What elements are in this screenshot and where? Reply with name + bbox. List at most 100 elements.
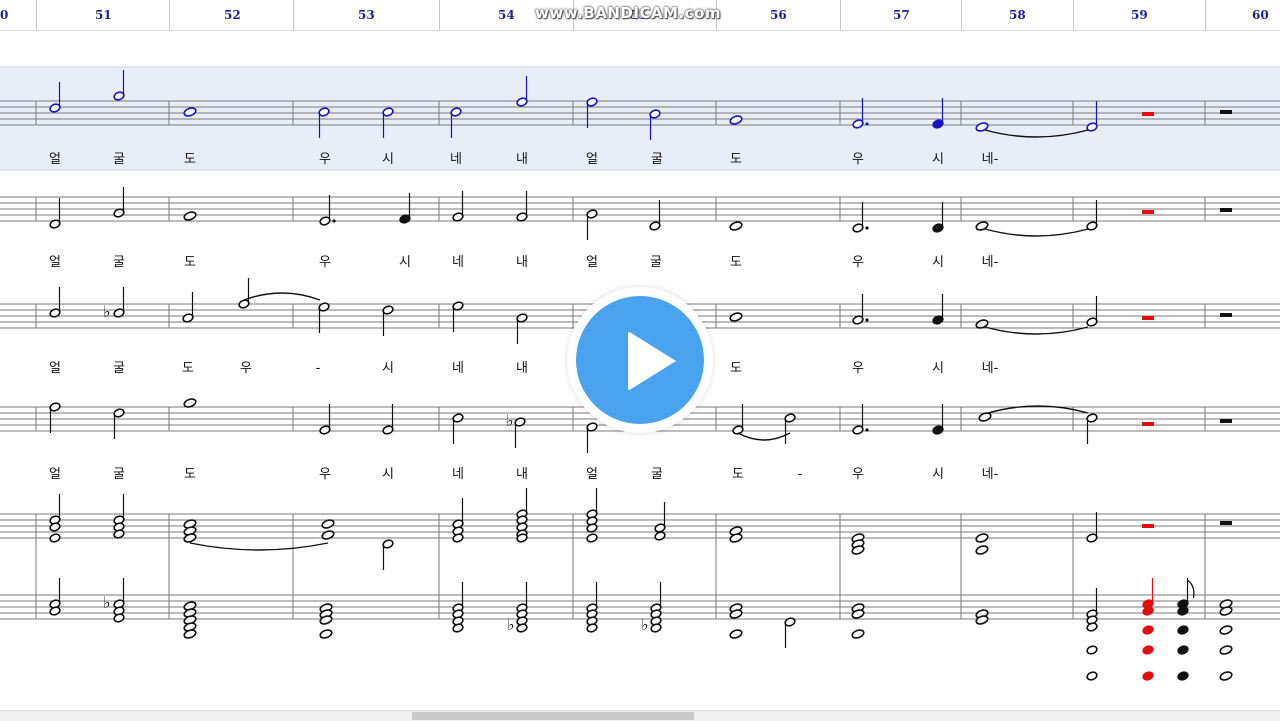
lyric-syllable: 얼	[49, 255, 61, 270]
flat-sign: ♭	[507, 615, 515, 634]
tie	[984, 228, 1089, 237]
measure-number-51: 51	[95, 8, 112, 22]
rest[interactable]	[1220, 313, 1232, 317]
lyric-syllable: 도	[184, 255, 196, 270]
ruler-tick	[1073, 0, 1074, 30]
bandicam-watermark: www.BANDICAM.com	[535, 4, 722, 22]
lyric-syllable: 우	[319, 152, 331, 167]
measure-number-53: 53	[358, 8, 375, 22]
note-head[interactable]	[729, 221, 743, 232]
scrollbar-thumb[interactable]	[412, 712, 694, 720]
lyric-syllable: 네-	[982, 361, 999, 376]
lyric-syllable: 시	[932, 361, 944, 376]
flat-sign: ♭	[506, 411, 514, 430]
lyric-syllable: 얼	[49, 152, 61, 167]
lyric-syllable: 우	[319, 467, 331, 482]
lyric-syllable: 네	[450, 152, 462, 167]
note-head[interactable]	[1177, 671, 1189, 681]
note-head[interactable]	[1219, 645, 1233, 656]
lyric-syllable: 우	[319, 255, 331, 270]
note-head[interactable]	[1219, 625, 1233, 636]
lyric-syllable: 시	[932, 255, 944, 270]
lyric-syllable: 네-	[982, 467, 999, 482]
note-head[interactable]	[851, 629, 865, 640]
ruler-tick	[169, 0, 170, 30]
lyric-syllable: 우	[852, 467, 864, 482]
rest[interactable]	[1142, 524, 1154, 528]
measure-number-60: 60	[1252, 8, 1269, 22]
ruler-tick	[840, 0, 841, 30]
lyric-syllable: 네	[452, 467, 464, 482]
flat-sign: ♭	[641, 615, 649, 634]
rest[interactable]	[1220, 208, 1232, 212]
lyric-syllable: 네	[452, 255, 464, 270]
note-head[interactable]	[729, 312, 743, 323]
lyric-syllable: 굴	[650, 255, 662, 270]
rest[interactable]	[1220, 110, 1232, 114]
lyric-syllable: 도	[184, 467, 196, 482]
horizontal-scrollbar[interactable]	[0, 710, 1280, 721]
lyric-syllable: 도	[730, 255, 742, 270]
rest[interactable]	[1142, 210, 1154, 214]
note-head[interactable]	[1086, 671, 1098, 681]
lyric-syllable: 네-	[982, 255, 999, 270]
flat-sign: ♭	[103, 302, 111, 321]
lyric-syllable: 도	[730, 361, 742, 376]
lyric-syllable: 얼	[586, 255, 598, 270]
play-icon	[628, 331, 676, 391]
note-head[interactable]	[729, 629, 743, 640]
note-head[interactable]	[183, 211, 197, 222]
lyric-syllable: 도	[732, 467, 744, 482]
lyric-syllable: 내	[516, 361, 528, 376]
rest[interactable]	[1220, 419, 1232, 423]
lyric-syllable: 우	[852, 361, 864, 376]
play-button[interactable]	[567, 287, 713, 433]
lyric-syllable: 굴	[113, 467, 125, 482]
ruler-tick	[1205, 0, 1206, 30]
dot	[865, 226, 869, 230]
lyric-syllable: 우	[852, 152, 864, 167]
lyric-syllable: 도	[730, 152, 742, 167]
rest[interactable]	[1142, 422, 1154, 426]
note-head[interactable]	[975, 533, 989, 544]
dot	[865, 428, 869, 432]
note-head[interactable]	[1142, 671, 1154, 681]
lyric-syllable: 굴	[113, 152, 125, 167]
lyric-syllable: 네	[452, 361, 464, 376]
measure-number-59: 59	[1131, 8, 1148, 22]
note-head[interactable]	[1142, 645, 1154, 655]
ruler-tick	[293, 0, 294, 30]
dot	[332, 219, 336, 223]
note-head[interactable]	[49, 533, 61, 543]
note-head[interactable]	[975, 545, 989, 556]
note-head[interactable]	[1219, 671, 1233, 682]
note-head[interactable]	[319, 629, 333, 640]
dot	[865, 122, 869, 126]
lyric-syllable: 도	[184, 152, 196, 167]
lyric-syllable: 시	[382, 467, 394, 482]
lyric-syllable: 얼	[49, 361, 61, 376]
rest[interactable]	[1142, 316, 1154, 320]
note-head[interactable]	[1142, 625, 1154, 635]
lyric-syllable: 시	[382, 361, 394, 376]
measure-number-56: 56	[770, 8, 787, 22]
lyric-syllable: 도	[182, 361, 194, 376]
measure-number-0: 0	[0, 8, 9, 22]
measure-number-54: 54	[498, 8, 515, 22]
note-head[interactable]	[1177, 645, 1189, 655]
note-head[interactable]	[1177, 625, 1189, 635]
lyric-syllable: 네-	[982, 152, 999, 167]
tie	[189, 542, 329, 551]
note-head[interactable]	[586, 533, 598, 543]
dot	[865, 318, 869, 322]
lyric-syllable: 굴	[113, 255, 125, 270]
lyric-syllable: 시	[932, 152, 944, 167]
note-head[interactable]	[1086, 645, 1098, 655]
ruler-tick	[36, 0, 37, 30]
lyric-syllable: 내	[516, 467, 528, 482]
lyric-syllable: 시	[399, 255, 411, 270]
lyric-syllable: 얼	[586, 152, 598, 167]
note-head[interactable]	[321, 530, 335, 541]
rest[interactable]	[1142, 112, 1154, 116]
rest[interactable]	[1220, 521, 1232, 525]
